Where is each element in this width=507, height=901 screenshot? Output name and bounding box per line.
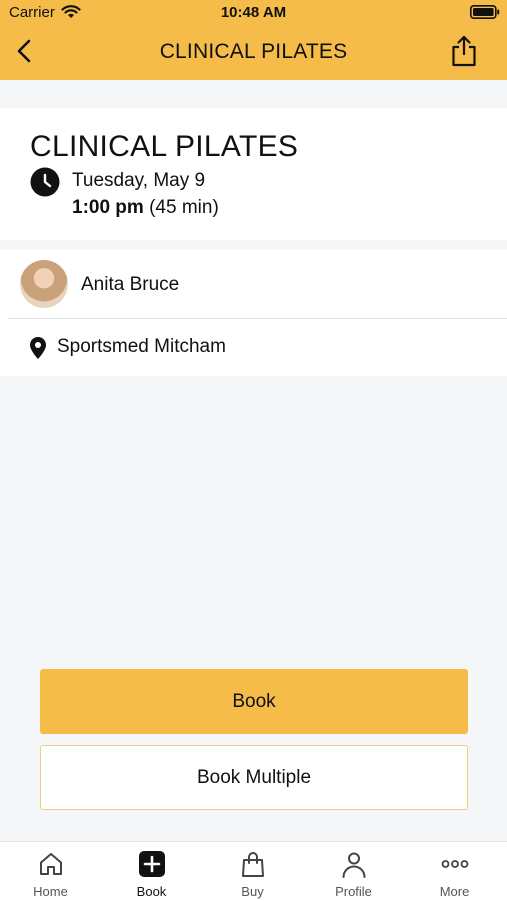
class-time-row: 1:00 pm (45 min) [72,197,219,219]
class-time: 1:00 pm [72,197,144,218]
battery-icon [470,5,500,19]
divider [8,318,507,319]
class-details-card: CLINICAL PILATES Tuesday, May 9 1:00 pm … [0,108,507,240]
tab-label: More [439,884,470,899]
instructor-avatar[interactable] [20,260,68,308]
tab-buy[interactable]: Buy [202,842,303,901]
class-date: Tuesday, May 9 [72,170,206,191]
location-pin-icon [30,337,46,359]
tab-bar: Home Book Buy Profile More [0,841,507,901]
shopping-bag-icon [241,852,264,877]
status-bar: Carrier 10:48 AM [0,0,507,24]
tab-label: Buy [241,884,264,899]
tab-more[interactable]: More [404,842,505,901]
tab-profile[interactable]: Profile [303,842,404,901]
tab-home[interactable]: Home [0,842,101,901]
instructor-name[interactable]: Anita Bruce [81,274,179,296]
status-time: 10:48 AM [220,4,287,21]
tab-label: Home [33,884,68,899]
class-title: CLINICAL PILATES [30,130,299,163]
page-title: CLINICAL PILATES [159,40,348,63]
share-icon[interactable] [449,34,479,68]
home-icon [39,853,62,875]
ellipsis-icon [441,860,468,868]
tab-label: Book [136,884,167,899]
navigation-bar: CLINICAL PILATES [0,34,507,70]
location-name[interactable]: Sportsmed Mitcham [57,336,226,358]
plus-square-icon [138,851,165,877]
tab-book[interactable]: Book [101,842,202,901]
instructor-location-card: Anita Bruce Sportsmed Mitcham [0,250,507,376]
book-button[interactable]: Book [40,669,468,734]
book-multiple-button[interactable]: Book Multiple [40,745,468,810]
top-bar: Carrier 10:48 AM CLINICAL PILATES [0,0,507,80]
clock-icon [30,167,60,197]
tab-label: Profile [335,884,372,899]
person-icon [342,852,365,878]
class-duration: (45 min) [149,197,219,218]
